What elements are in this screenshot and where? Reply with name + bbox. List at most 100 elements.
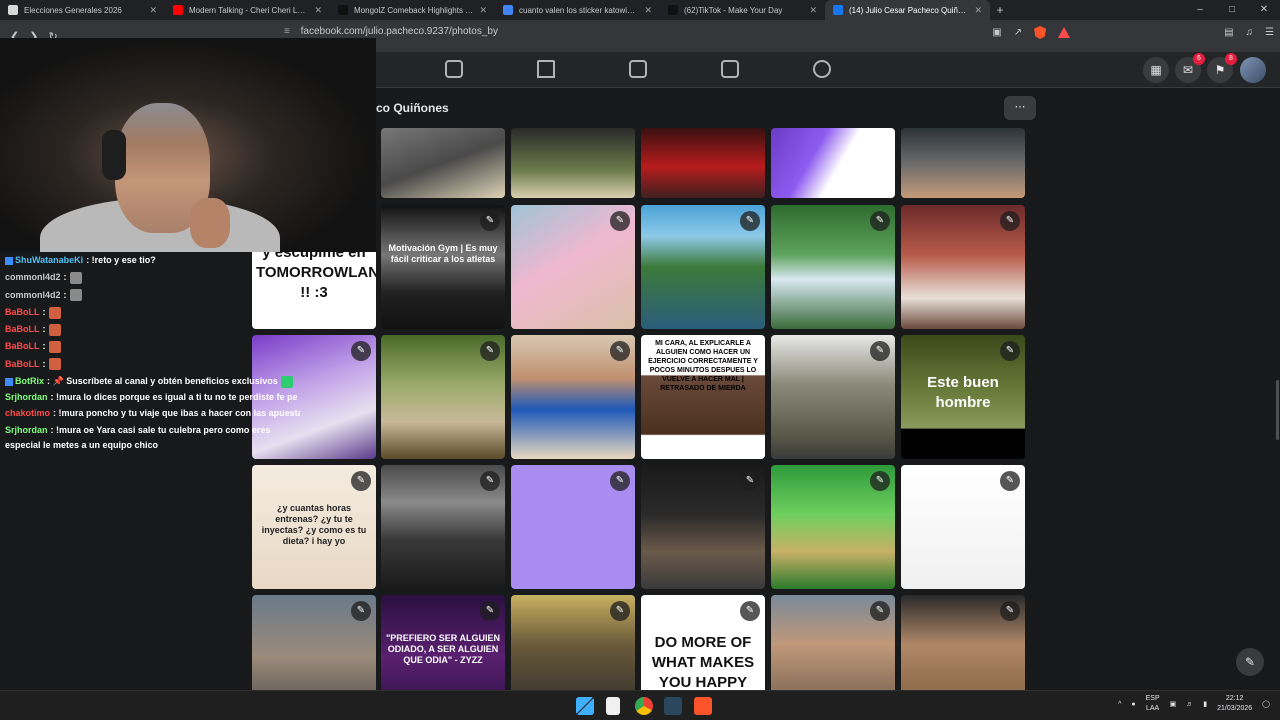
chat-username[interactable]: BotRix: [15, 373, 44, 390]
notifications-bell-icon[interactable]: ⚑ 8: [1207, 53, 1237, 83]
photo-thumbnail[interactable]: ✎: [901, 205, 1025, 329]
close-tab-icon[interactable]: ✕: [974, 5, 982, 16]
browser-tab[interactable]: Modern Talking - Cheri Cheri Lady ✕: [165, 0, 330, 20]
pages-flag-icon[interactable]: [537, 60, 555, 78]
edit-photo-icon[interactable]: ✎: [870, 341, 890, 361]
maximize-icon[interactable]: □: [1216, 0, 1248, 20]
more-options-button[interactable]: ⋯: [1004, 96, 1036, 120]
edit-photo-icon[interactable]: ✎: [351, 601, 371, 621]
url-field[interactable]: ≡ facebook.com/julio.pacheco.9237/photos…: [284, 26, 498, 37]
edit-photo-icon[interactable]: ✎: [610, 471, 630, 491]
language-indicator[interactable]: ESP LAA: [1146, 694, 1160, 714]
edit-photo-icon[interactable]: ✎: [480, 341, 500, 361]
new-message-button[interactable]: ✎: [1236, 648, 1264, 676]
chat-username[interactable]: BaBoLL: [5, 321, 40, 338]
photo-thumbnail[interactable]: Motivación Gym | Es muy fácil criticar a…: [381, 205, 505, 329]
chat-username[interactable]: commonl4d2: [5, 269, 61, 286]
chevron-up-icon[interactable]: ^: [1118, 701, 1121, 708]
edit-photo-icon[interactable]: ✎: [1000, 211, 1020, 231]
browser-tab[interactable]: (14) Julio Cesar Pacheco Quiñones ✕: [825, 0, 990, 20]
battery-icon[interactable]: ▮: [1203, 700, 1207, 708]
close-tab-icon[interactable]: ✕: [479, 5, 487, 16]
menu-grid-icon[interactable]: ▦: [1143, 57, 1169, 83]
brave-shield-icon[interactable]: [1034, 26, 1047, 39]
close-tab-icon[interactable]: ✕: [149, 5, 157, 16]
edit-photo-icon[interactable]: ✎: [870, 601, 890, 621]
clock[interactable]: 22:12 21/03/2026: [1217, 694, 1252, 714]
close-tab-icon[interactable]: ✕: [314, 5, 322, 16]
chat-username[interactable]: chakotimo: [5, 405, 50, 422]
edit-photo-icon[interactable]: ✎: [610, 211, 630, 231]
edit-photo-icon[interactable]: ✎: [870, 471, 890, 491]
photo-thumbnail[interactable]: ✎: [641, 465, 765, 589]
cast-icon[interactable]: ▣: [992, 27, 1001, 38]
edit-photo-icon[interactable]: ✎: [870, 211, 890, 231]
windows-start-icon[interactable]: [576, 697, 594, 715]
edit-photo-icon[interactable]: ✎: [610, 601, 630, 621]
chat-username[interactable]: Srjhordan: [5, 425, 48, 435]
close-window-icon[interactable]: ✕: [1248, 0, 1280, 20]
photo-thumbnail[interactable]: [771, 128, 895, 198]
edit-photo-icon[interactable]: ✎: [351, 341, 371, 361]
photo-thumbnail[interactable]: ✎: [641, 205, 765, 329]
edit-photo-icon[interactable]: ✎: [480, 601, 500, 621]
video-icon[interactable]: [629, 60, 647, 78]
chat-username[interactable]: Srjhordan: [5, 392, 48, 402]
site-info-icon[interactable]: ≡: [284, 26, 290, 37]
chat-username[interactable]: BaBoLL: [5, 356, 40, 373]
edit-photo-icon[interactable]: ✎: [480, 471, 500, 491]
file-icon[interactable]: [606, 697, 620, 715]
chat-username[interactable]: ShuWatanabeKi: [15, 252, 83, 269]
photo-thumbnail[interactable]: ✎: [381, 465, 505, 589]
chat-username[interactable]: BaBoLL: [5, 304, 40, 321]
page-scrollbar[interactable]: [1276, 380, 1279, 440]
brave-rewards-icon[interactable]: [1058, 27, 1071, 38]
photo-thumbnail[interactable]: ✎: [511, 465, 635, 589]
photo-thumbnail[interactable]: [641, 128, 765, 198]
edit-photo-icon[interactable]: ✎: [1000, 471, 1020, 491]
close-tab-icon[interactable]: ✕: [809, 5, 817, 16]
photo-thumbnail[interactable]: ✎: [771, 205, 895, 329]
new-tab-button[interactable]: +: [990, 3, 1010, 17]
volume-icon[interactable]: ♬: [1186, 701, 1193, 708]
edit-photo-icon[interactable]: ✎: [480, 211, 500, 231]
chat-username[interactable]: BaBoLL: [5, 338, 40, 355]
edit-photo-icon[interactable]: ✎: [740, 601, 760, 621]
edit-photo-icon[interactable]: ✎: [351, 471, 371, 491]
photo-thumbnail[interactable]: ✎: [771, 335, 895, 459]
microphone-icon[interactable]: ●: [1131, 701, 1135, 708]
edit-photo-icon[interactable]: ✎: [1000, 341, 1020, 361]
close-tab-icon[interactable]: ✕: [644, 5, 652, 16]
browser-tab[interactable]: Elecciones Generales 2026 ✕: [0, 0, 165, 20]
groups-icon[interactable]: [813, 60, 831, 78]
photo-thumbnail[interactable]: ✎: [771, 465, 895, 589]
messenger-icon[interactable]: ✉ 6: [1175, 53, 1205, 83]
media-icon[interactable]: ♫: [1246, 27, 1254, 38]
chat-username[interactable]: commonl4d2: [5, 287, 61, 304]
browser-tab[interactable]: (62)TikTok - Make Your Day ✕: [660, 0, 825, 20]
chrome-icon[interactable]: [635, 697, 653, 715]
photo-thumbnail[interactable]: MI CARA, AL EXPLICARLE A ALGUIEN COMO HA…: [641, 335, 765, 459]
photo-thumbnail[interactable]: ✎: [381, 335, 505, 459]
edit-photo-icon[interactable]: ✎: [740, 211, 760, 231]
menu-icon[interactable]: ☰: [1265, 27, 1274, 38]
edit-photo-icon[interactable]: ✎: [740, 471, 760, 491]
home-icon[interactable]: [445, 60, 463, 78]
network-icon[interactable]: ▣: [1170, 700, 1177, 708]
photo-thumbnail[interactable]: [511, 128, 635, 198]
profile-name[interactable]: co Quiñones: [376, 101, 449, 115]
share-icon[interactable]: ↗: [1014, 27, 1022, 38]
minimize-icon[interactable]: –: [1184, 0, 1216, 20]
photo-thumbnail[interactable]: ✎: [511, 205, 635, 329]
photo-thumbnail[interactable]: [901, 128, 1025, 198]
photo-thumbnail[interactable]: Este buen hombre ✎: [901, 335, 1025, 459]
edit-photo-icon[interactable]: ✎: [610, 341, 630, 361]
edit-photo-icon[interactable]: ✎: [1000, 601, 1020, 621]
notification-center-icon[interactable]: ◯: [1262, 700, 1270, 708]
browser-tab[interactable]: cuanto valen los sticker katowice 2014 ✕: [495, 0, 660, 20]
steam-icon[interactable]: [664, 697, 682, 715]
photo-thumbnail[interactable]: [381, 128, 505, 198]
browser-tab[interactable]: MongolZ Comeback Highlights in CS2 ✕: [330, 0, 495, 20]
sidebar-icon[interactable]: ▤: [1224, 27, 1233, 38]
photo-thumbnail[interactable]: ✎: [511, 335, 635, 459]
